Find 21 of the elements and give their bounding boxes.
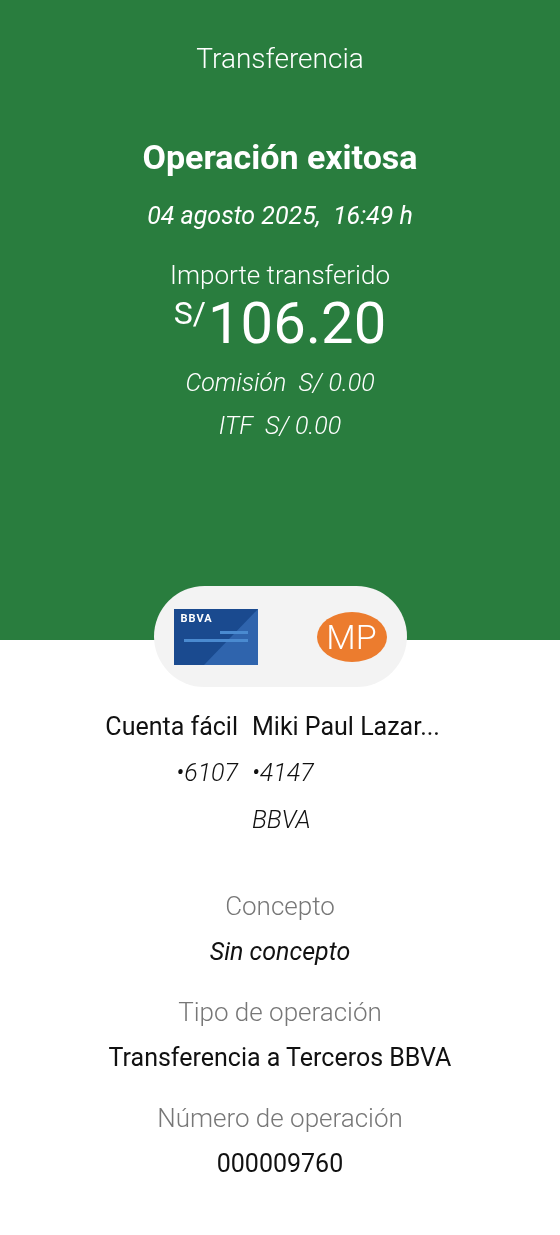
detail-label: Concepto bbox=[225, 890, 335, 923]
detail-label: Número de operación bbox=[157, 1102, 403, 1135]
amount-value: 106.20 bbox=[207, 290, 387, 356]
date-text: 04 agosto 2025, 16:49 h bbox=[147, 201, 413, 230]
screen-title: Transferencia bbox=[196, 42, 364, 75]
fee-text: ITF S/ 0.00 bbox=[218, 411, 342, 440]
detail-value: Sin concepto bbox=[209, 936, 351, 968]
card-brand: BBVA bbox=[180, 611, 213, 625]
detail-value: 000009760 bbox=[216, 1148, 344, 1180]
origin-account-detail: •6107 bbox=[176, 757, 238, 789]
recipient-name: Miki Paul Lazar... bbox=[252, 711, 440, 743]
avatar-initials: MP bbox=[316, 611, 387, 662]
recipient-detail: BBVA bbox=[252, 804, 311, 836]
detail-label: Tipo de operación bbox=[178, 996, 382, 1029]
amount-label: Importe transferido bbox=[170, 260, 390, 290]
currency-symbol: S/ bbox=[173, 294, 206, 332]
origin-account-name: Cuenta fácil bbox=[105, 711, 238, 743]
fee-text: Comisión S/ 0.00 bbox=[185, 368, 375, 397]
detail-value: Transferencia a Terceros BBVA bbox=[108, 1042, 452, 1074]
status-text: Operación exitosa bbox=[142, 137, 418, 177]
recipient-detail: •4147 bbox=[252, 757, 314, 789]
